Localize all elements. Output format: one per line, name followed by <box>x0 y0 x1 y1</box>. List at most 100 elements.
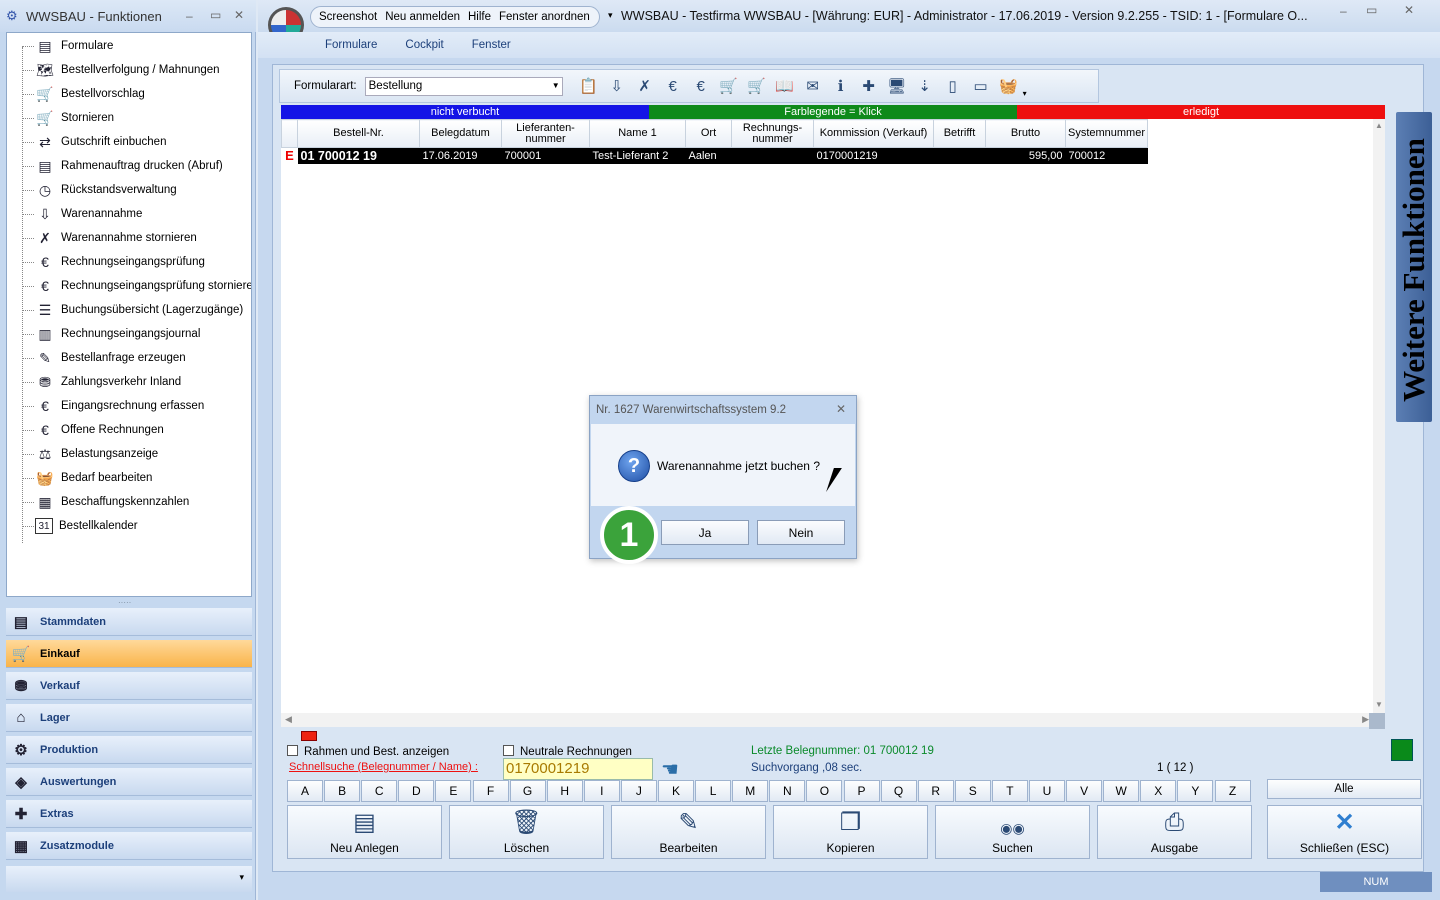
dialog-close-icon[interactable]: ✕ <box>836 402 846 416</box>
letter-filter-h[interactable]: H <box>546 780 583 802</box>
menu-formulare[interactable]: Formulare <box>325 39 377 51</box>
euro-cancel-icon[interactable]: € <box>687 73 715 99</box>
legend-click[interactable]: Farblegende = Klick <box>649 105 1017 119</box>
tree-item[interactable]: ▦ Beschaffungskennzahlen <box>35 491 189 513</box>
letter-filter-z[interactable]: Z <box>1214 780 1251 802</box>
letter-filter-b[interactable]: B <box>324 780 361 802</box>
main-maximize-button[interactable]: ▭ <box>1366 3 1377 17</box>
page-icon[interactable]: ▯ <box>939 73 967 99</box>
letter-filter-l[interactable]: L <box>695 780 732 802</box>
tree-item[interactable]: ✎ Bestellanfrage erzeugen <box>35 347 186 369</box>
info-document-icon[interactable]: ℹ <box>827 73 855 99</box>
splitter-grip[interactable]: ····· <box>118 598 131 607</box>
quick-search-input[interactable]: 0170001219 <box>503 758 653 780</box>
tree-item[interactable]: € Eingangsrechnung erfassen <box>35 395 204 417</box>
tree-item[interactable]: 🛒 Bestellvorschlag <box>35 83 144 105</box>
tree-item[interactable]: ⇩ Warenannahme <box>35 203 142 225</box>
status-green-square[interactable] <box>1391 739 1413 761</box>
tree-item[interactable]: ▥ Rechnungseingangsjournal <box>35 323 200 345</box>
nav-lager[interactable]: ⌂ Lager <box>6 704 252 732</box>
cancel-receipt-icon[interactable]: ✗ <box>631 73 659 99</box>
tree-item[interactable]: 🧺 Bedarf bearbeiten <box>35 467 152 489</box>
menu-cockpit[interactable]: Cockpit <box>405 39 443 51</box>
tree-item[interactable]: 🛒 Stornieren <box>35 107 114 129</box>
tree-item[interactable]: 31 Bestellkalender <box>35 515 138 537</box>
letter-filter-n[interactable]: N <box>769 780 806 802</box>
page-header-icon[interactable]: ▭ <box>967 73 995 99</box>
tree-item[interactable]: € Rechnungseingangsprüfung stornieren <box>35 275 251 297</box>
tree-item[interactable]: € Rechnungseingangsprüfung <box>35 251 205 273</box>
filter-all-button[interactable]: Alle <box>1267 779 1421 799</box>
stamp-icon[interactable]: ✚ <box>855 73 883 99</box>
letter-filter-t[interactable]: T <box>991 780 1028 802</box>
scroll-right-icon[interactable]: ▶ <box>1362 714 1369 725</box>
col-ort[interactable]: Ort <box>685 119 732 148</box>
cell-kommission[interactable]: 0170001219 <box>813 147 934 164</box>
scroll-down-icon[interactable]: ▼ <box>1375 700 1383 709</box>
letter-filter-i[interactable]: I <box>583 780 620 802</box>
scroll-up-icon[interactable]: ▲ <box>1375 121 1383 130</box>
tree-item[interactable]: ✗ Warenannahme stornieren <box>35 227 197 249</box>
nav-extras[interactable]: ✚ Extras <box>6 800 252 828</box>
letter-filter-r[interactable]: R <box>917 780 954 802</box>
horizontal-scrollbar[interactable]: ◀ ▶ <box>281 713 1373 727</box>
chevron-down-icon[interactable]: ▼ <box>552 81 560 90</box>
letter-filter-k[interactable]: K <box>658 780 694 802</box>
tree-item[interactable]: ☰ Buchungsübersicht (Lagerzugänge) <box>35 299 243 321</box>
schließen-esc-button[interactable]: ✕ Schließen (ESC) <box>1267 805 1422 859</box>
legend-not-booked[interactable]: nicht verbucht <box>281 105 649 119</box>
löschen-button[interactable]: 🗑 Löschen <box>449 805 604 859</box>
legend-done[interactable]: erledigt <box>1017 105 1385 119</box>
goods-receipt-icon[interactable]: ⇩ <box>603 73 631 99</box>
hilfe-menu[interactable]: Hilfe <box>468 11 491 23</box>
neutral-checkbox[interactable] <box>503 745 514 756</box>
tree-item[interactable]: ◷ Rückstandsverwaltung <box>35 179 177 201</box>
letter-filter-p[interactable]: P <box>843 780 880 802</box>
letter-filter-c[interactable]: C <box>361 780 398 802</box>
toolbar-overflow-icon[interactable]: ▾ <box>1023 89 1027 98</box>
fenster-anordnen-menu[interactable]: Fenster anordnen <box>499 11 590 23</box>
euro-check-icon[interactable]: € <box>659 73 687 99</box>
letter-filter-e[interactable]: E <box>435 780 472 802</box>
maximize-button[interactable]: ▭ <box>210 8 221 22</box>
letter-filter-u[interactable]: U <box>1029 780 1065 802</box>
letter-filter-f[interactable]: F <box>472 780 509 802</box>
screenshot-menu[interactable]: Screenshot <box>319 11 377 23</box>
letter-filter-w[interactable]: W <box>1103 780 1140 802</box>
nav-stammdaten[interactable]: ▤ Stammdaten <box>6 608 252 636</box>
check-rahmen-wrap[interactable]: Rahmen und Best. anzeigen <box>287 745 449 758</box>
cart-edit-icon[interactable]: 🛒 <box>715 73 743 99</box>
vertical-scrollbar[interactable]: ▲ ▼ <box>1373 119 1385 713</box>
minimize-button[interactable]: – <box>186 9 193 23</box>
col-belegdatum[interactable]: Belegdatum <box>419 119 502 148</box>
pointing-hand-icon[interactable]: ☚ <box>661 757 679 782</box>
tree-item[interactable]: ▤ Formulare <box>35 35 113 57</box>
close-button[interactable]: ✕ <box>234 8 244 22</box>
letter-filter-j[interactable]: J <box>620 780 657 802</box>
letter-filter-g[interactable]: G <box>509 780 546 802</box>
yes-button[interactable]: Ja <box>661 520 749 545</box>
nav-zusatzmodule[interactable]: ▦ Zusatzmodule <box>6 832 252 860</box>
neu-anmelden-menu[interactable]: Neu anmelden <box>385 11 460 23</box>
letter-filter-o[interactable]: O <box>806 780 843 802</box>
cell-betrifft[interactable] <box>933 147 986 164</box>
table-row[interactable]: E 01 700012 19 17.06.2019 700001 Test-Li… <box>281 147 1148 164</box>
col-lieferant[interactable]: Lieferanten-nummer <box>501 119 590 148</box>
col-bestell-nr[interactable]: Bestell-Nr. <box>297 119 420 148</box>
no-button[interactable]: Nein <box>757 520 845 545</box>
tree-item[interactable]: € Offene Rechnungen <box>35 419 164 441</box>
main-minimize-button[interactable]: – <box>1340 4 1347 18</box>
bearbeiten-button[interactable]: ✎ Bearbeiten <box>611 805 766 859</box>
col-name1[interactable]: Name 1 <box>589 119 686 148</box>
main-close-button[interactable]: ✕ <box>1404 3 1414 17</box>
col-brutto[interactable]: Brutto <box>985 119 1066 148</box>
tree-item[interactable]: 🗺 Bestellverfolgung / Mahnungen <box>35 59 219 81</box>
color-legend[interactable]: nicht verbucht Farblegende = Klick erled… <box>281 105 1385 119</box>
tree-item[interactable]: ⚖ Belastungsanzeige <box>35 443 158 465</box>
letter-filter-a[interactable]: A <box>287 780 323 802</box>
tree-item[interactable]: ⛃ Zahlungsverkehr Inland <box>35 371 181 393</box>
cart-lock-icon[interactable]: 🛒 <box>743 73 771 99</box>
nav-produktion[interactable]: ⚙ Produktion <box>6 736 252 764</box>
letter-filter-m[interactable]: M <box>732 780 769 802</box>
form-type-select[interactable]: Bestellung ▼ <box>364 76 563 96</box>
